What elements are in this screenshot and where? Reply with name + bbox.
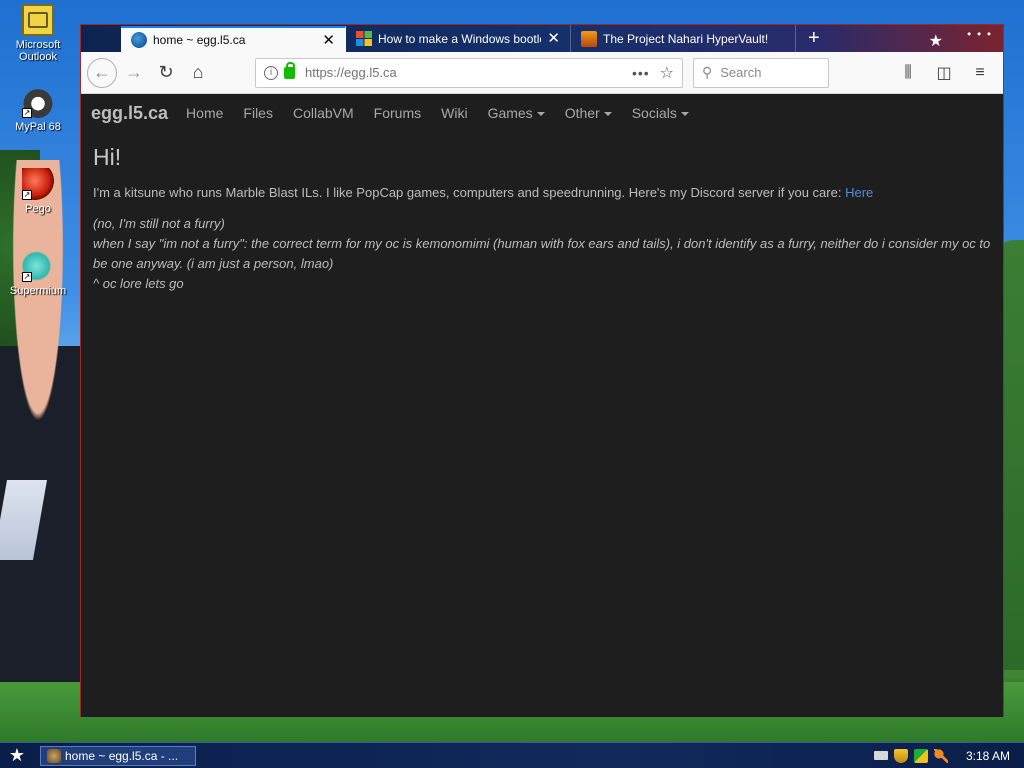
discord-link[interactable]: Here — [845, 185, 873, 200]
tab-strip: home ~ egg.l5.ca ✕ How to make a Windows… — [81, 25, 1003, 52]
tab-windows-bootleg[interactable]: How to make a Windows bootleg/\ ✕ — [346, 25, 571, 52]
desktop-icon-label: Supermium — [9, 285, 67, 297]
forward-button[interactable]: → — [119, 58, 149, 88]
web-page: egg.l5.ca Home Files CollabVM Forums Wik… — [81, 94, 1003, 717]
url-text[interactable]: https://egg.l5.ca — [305, 65, 632, 80]
pego-icon: ↗ — [22, 168, 54, 200]
mypal-icon: ↗ — [22, 86, 54, 118]
tab-title: How to make a Windows bootleg/\ — [378, 31, 542, 46]
new-tab-button[interactable]: + — [796, 25, 832, 52]
shortcut-arrow-icon: ↗ — [22, 108, 32, 118]
taskbar-item-browser[interactable]: home ~ egg.l5.ca - ... — [40, 745, 196, 766]
network-icon[interactable] — [913, 748, 928, 763]
note-line: (no, I'm still not a furry) — [93, 216, 225, 231]
browser-window: home ~ egg.l5.ca ✕ How to make a Windows… — [80, 24, 1004, 717]
info-icon[interactable]: i — [264, 65, 278, 80]
caret-down-icon — [603, 112, 612, 117]
bookmark-star-icon[interactable]: ☆ — [660, 63, 674, 83]
reload-button[interactable]: ↻ — [151, 58, 181, 88]
address-bar[interactable]: i https://egg.l5.ca ••• ☆ — [255, 57, 683, 88]
tab-home[interactable]: home ~ egg.l5.ca ✕ — [121, 26, 346, 52]
system-tray: 3:18 AM — [868, 748, 1024, 763]
window-controls[interactable]: ⬩⬩⬩ — [967, 28, 997, 41]
note-line: ^ oc lore lets go — [93, 276, 184, 291]
intro-text: I'm a kitsune who runs Marble Blast ILs.… — [93, 185, 842, 200]
tab-title: The Project Nahari HyperVault! — [603, 31, 769, 46]
lock-icon — [284, 61, 295, 79]
desktop-icon-label: Microsoft Outlook — [15, 39, 61, 63]
toolbar-right: ⫼ ◫ ≡ — [889, 58, 997, 88]
close-tab-icon[interactable]: ✕ — [322, 33, 335, 48]
page-actions-button[interactable]: ••• — [632, 65, 650, 81]
desktop-icon-outlook[interactable]: Microsoft Outlook — [2, 4, 74, 63]
clock[interactable]: 3:18 AM — [966, 749, 1010, 763]
security-shield-icon[interactable] — [893, 748, 908, 763]
site-brand[interactable]: egg.l5.ca — [91, 103, 168, 124]
caret-down-icon — [680, 112, 689, 117]
nav-other-dropdown[interactable]: Other — [565, 105, 612, 121]
desktop-icon-label: MyPal 68 — [15, 121, 61, 133]
keyboard-icon[interactable] — [873, 751, 888, 760]
search-icon: ⚲ — [702, 64, 713, 80]
page-heading: Hi! — [93, 144, 122, 170]
note-line: when I say "im not a furry": the correct… — [93, 236, 991, 271]
nav-socials-dropdown[interactable]: Socials — [632, 105, 689, 121]
desktop-icon-pego[interactable]: ↗ Pego — [2, 168, 74, 215]
close-tab-icon[interactable]: ✕ — [547, 31, 560, 46]
back-button[interactable]: ← — [87, 57, 117, 88]
star-decoration-icon: ★ — [928, 33, 943, 50]
supermium-icon: ↗ — [22, 250, 54, 282]
taskbar-item-label: home ~ egg.l5.ca - ... — [65, 748, 179, 763]
desktop-icon-mypal[interactable]: ↗ MyPal 68 — [2, 86, 74, 133]
shortcut-arrow-icon: ↗ — [22, 272, 32, 282]
search-placeholder: Search — [720, 65, 762, 80]
menu-icon[interactable]: ≡ — [965, 58, 995, 88]
caret-down-icon — [536, 112, 545, 117]
start-button[interactable]: ★ — [0, 743, 34, 768]
desktop-icon-supermium[interactable]: ↗ Supermium — [2, 250, 74, 297]
navigation-toolbar: ← → ↻ ⌂ i https://egg.l5.ca ••• ☆ ⚲ Sear… — [81, 52, 1003, 94]
tab-strip-spacer — [81, 25, 121, 52]
taskbar: ★ home ~ egg.l5.ca - ... 3:18 AM — [0, 742, 1024, 768]
home-button[interactable]: ⌂ — [183, 58, 213, 88]
nav-forums[interactable]: Forums — [374, 105, 421, 121]
intro-paragraph: I'm a kitsune who runs Marble Blast ILs.… — [93, 185, 991, 200]
globe-icon — [131, 32, 147, 48]
windows-logo-icon — [356, 30, 372, 47]
site-navbar: egg.l5.ca Home Files CollabVM Forums Wik… — [81, 94, 1003, 132]
shortcut-arrow-icon: ↗ — [22, 190, 32, 200]
search-input[interactable]: ⚲ Search — [693, 57, 829, 88]
browser-app-icon — [47, 748, 61, 763]
outlook-icon — [22, 4, 54, 36]
nav-collabvm[interactable]: CollabVM — [293, 105, 354, 121]
note-block: (no, I'm still not a furry) when I say "… — [93, 214, 991, 294]
nav-wiki[interactable]: Wiki — [441, 105, 467, 121]
page-content: Hi! I'm a kitsune who runs Marble Blast … — [81, 132, 1003, 304]
nav-games-dropdown[interactable]: Games — [488, 105, 545, 121]
sidebar-icon[interactable]: ◫ — [929, 58, 959, 88]
nav-home[interactable]: Home — [186, 105, 223, 121]
tab-title: home ~ egg.l5.ca — [153, 33, 246, 47]
tab-nahari-hypervault[interactable]: The Project Nahari HyperVault! — [571, 25, 796, 52]
library-icon[interactable]: ⫼ — [893, 58, 923, 88]
nahari-icon — [581, 30, 597, 47]
desktop-icon-label: Pego — [25, 203, 51, 215]
nav-files[interactable]: Files — [243, 105, 273, 121]
search-key-icon[interactable] — [933, 748, 948, 763]
